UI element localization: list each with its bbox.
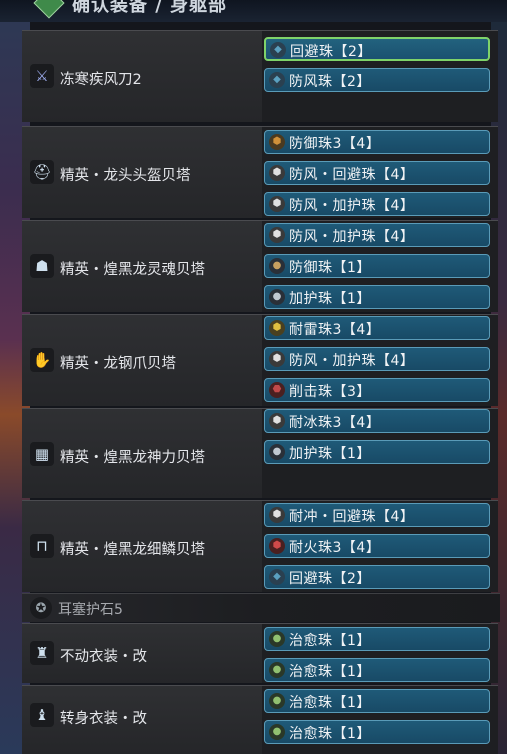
decoration-label: 防御珠【1】 [289, 260, 371, 276]
jewel-lv1-icon: ● [269, 444, 285, 460]
gear-name: 精英・煌黑龙细鳞贝塔 [60, 542, 205, 558]
header-title: 确认装备 / 身躯部 [72, 0, 228, 16]
chest-icon: ☗ [30, 254, 54, 278]
jewel-lv4-icon: ⬢ [269, 413, 285, 429]
decoration-slot[interactable]: ⬢ 耐冰珠3【4】 [264, 409, 490, 433]
jewel-lv1-icon: ● [269, 693, 285, 709]
jewel-lv4-icon: ⬢ [269, 320, 285, 336]
decoration-label: 治愈珠【1】 [289, 633, 371, 649]
decoration-label: 耐冲・回避珠【4】 [289, 509, 415, 525]
jewel-lv1-icon: ● [269, 258, 285, 274]
decoration-slot[interactable]: ⬢ 耐火珠3【4】 [264, 534, 490, 558]
gear-name: 不动衣装・改 [60, 649, 147, 665]
decoration-slot[interactable]: ⬣ 削击珠【3】 [264, 378, 490, 402]
jewel-lv4-icon: ⬢ [269, 165, 285, 181]
decoration-slot[interactable]: ⬢ 耐冲・回避珠【4】 [264, 503, 490, 527]
mantle-icon: ♝ [30, 703, 54, 727]
jewel-lv4-icon: ⬢ [269, 227, 285, 243]
decoration-slot[interactable]: ⬢ 防风・加护珠【4】 [264, 347, 490, 371]
equipment-panel: ⚔ 冻寒疾风刀2 ◆ 回避珠【2】 ◆ 防风珠【2】 ⛑ 精英・龙头头盔贝塔 ⬢… [22, 22, 500, 754]
decoration-label: 防风・加护珠【4】 [289, 229, 415, 245]
decoration-label: 回避珠【2】 [290, 44, 372, 60]
jewel-lv2-icon: ◆ [269, 72, 285, 88]
jewel-lv4-icon: ⬢ [269, 507, 285, 523]
gear-name: 精英・龙头头盔贝塔 [60, 168, 191, 184]
decoration-label: 耐雷珠3【4】 [289, 322, 381, 338]
decoration-label: 防风・回避珠【4】 [289, 167, 415, 183]
gear-name: 转身衣装・改 [60, 711, 147, 727]
jewel-lv2-icon: ◆ [269, 569, 285, 585]
decoration-slot[interactable]: ⬢ 耐雷珠3【4】 [264, 316, 490, 340]
jewel-lv4-icon: ⬢ [269, 134, 285, 150]
jewel-lv4-icon: ⬢ [269, 196, 285, 212]
weapon-icon: ⚔ [30, 64, 54, 88]
decoration-slot[interactable]: ● 加护珠【1】 [264, 285, 490, 309]
decoration-slot[interactable]: ● 治愈珠【1】 [264, 689, 490, 713]
decoration-slot[interactable]: ⬢ 防风・加护珠【4】 [264, 192, 490, 216]
jewel-lv3-icon: ⬣ [269, 382, 285, 398]
jewel-lv4-icon: ⬢ [269, 351, 285, 367]
decoration-label: 加护珠【1】 [289, 291, 371, 307]
jewel-lv4-icon: ⬢ [269, 538, 285, 554]
decoration-slot[interactable]: ⬢ 防风・加护珠【4】 [264, 223, 490, 247]
decoration-slot[interactable]: ◆ 回避珠【2】 [264, 37, 490, 61]
gear-name: 精英・煌黑龙神力贝塔 [60, 450, 205, 466]
header-bar: 确认装备 / 身躯部 [0, 0, 507, 22]
decoration-label: 削击珠【3】 [289, 384, 371, 400]
decoration-label: 耐火珠3【4】 [289, 540, 381, 556]
gear-name: 冻寒疾风刀2 [60, 72, 142, 88]
gear-name: 精英・煌黑龙灵魂贝塔 [60, 262, 205, 278]
arms-icon: ✋ [30, 348, 54, 372]
decoration-label: 耐冰珠3【4】 [289, 415, 381, 431]
decoration-slot[interactable]: ⬢ 防御珠3【4】 [264, 130, 490, 154]
decoration-slot[interactable]: ● 治愈珠【1】 [264, 658, 490, 682]
decoration-label: 防风・加护珠【4】 [289, 198, 415, 214]
decoration-label: 治愈珠【1】 [289, 664, 371, 680]
decoration-label: 防御珠3【4】 [289, 136, 381, 152]
jewel-lv1-icon: ● [269, 289, 285, 305]
jewel-lv1-icon: ● [269, 631, 285, 647]
charm-name: 耳塞护石5 [58, 602, 123, 618]
header-emblem-icon [33, 0, 65, 19]
decoration-label: 治愈珠【1】 [289, 726, 371, 742]
legs-icon: ⊓ [30, 534, 54, 558]
charm-row[interactable]: ✪ 耳塞护石5 [22, 593, 500, 622]
mantle-icon: ♜ [30, 641, 54, 665]
waist-icon: ▦ [30, 442, 54, 466]
decoration-slot[interactable]: ◆ 防风珠【2】 [264, 68, 490, 92]
decoration-label: 治愈珠【1】 [289, 695, 371, 711]
jewel-lv1-icon: ● [269, 662, 285, 678]
helmet-icon: ⛑ [30, 160, 54, 184]
decoration-label: 防风・加护珠【4】 [289, 353, 415, 369]
decoration-label: 加护珠【1】 [289, 446, 371, 462]
decoration-slot[interactable]: ● 防御珠【1】 [264, 254, 490, 278]
decoration-slot[interactable]: ◆ 回避珠【2】 [264, 565, 490, 589]
jewel-lv1-icon: ● [269, 724, 285, 740]
jewel-lv2-icon: ◆ [270, 42, 286, 58]
decoration-slot[interactable]: ● 治愈珠【1】 [264, 720, 490, 744]
charm-icon: ✪ [30, 597, 52, 619]
decoration-slot[interactable]: ● 加护珠【1】 [264, 440, 490, 464]
gear-name: 精英・龙钢爪贝塔 [60, 356, 176, 372]
decoration-label: 防风珠【2】 [289, 74, 371, 90]
decoration-label: 回避珠【2】 [289, 571, 371, 587]
decoration-slot[interactable]: ● 治愈珠【1】 [264, 627, 490, 651]
decoration-slot[interactable]: ⬢ 防风・回避珠【4】 [264, 161, 490, 185]
